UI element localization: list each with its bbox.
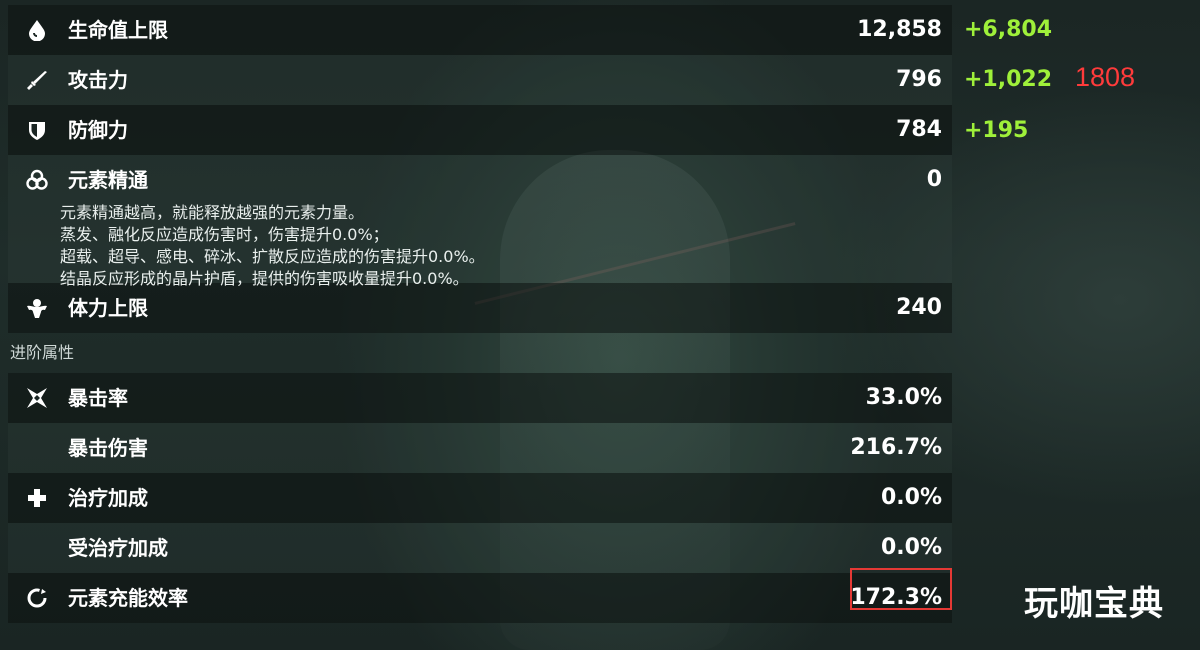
energy-recharge-highlight-box xyxy=(850,568,952,610)
stat-value: 796 xyxy=(896,67,942,92)
stat-value: 0 xyxy=(926,167,942,192)
stat-row-crit-dmg: 暴击伤害 216.7% xyxy=(8,423,952,473)
watermark-text: 玩咖宝典 xyxy=(1024,584,1164,624)
advanced-attributes-header: 进阶属性 xyxy=(8,333,952,373)
elemental-mastery-icon xyxy=(26,169,48,191)
elemental-mastery-description: 元素精通越高，就能释放越强的元素力量。 蒸发、融化反应造成伤害时，伤害提升0.0… xyxy=(60,202,485,290)
sword-icon xyxy=(26,69,48,91)
total-atk-annotation: 1808 xyxy=(1075,62,1136,92)
stat-label: 受治疗加成 xyxy=(68,536,168,560)
stat-label: 暴击伤害 xyxy=(68,436,148,460)
hp-drop-icon xyxy=(26,19,48,41)
stat-value: 784 xyxy=(896,117,942,142)
stat-row-hp: 生命值上限 12,858 xyxy=(8,5,952,55)
healing-cross-icon xyxy=(26,487,48,509)
attribute-panel: 生命值上限 12,858 攻击力 796 防御力 784 元素精通 0 体力上限… xyxy=(8,5,952,623)
stat-row-incoming-healing: 受治疗加成 0.0% xyxy=(8,523,952,573)
stat-value: 0.0% xyxy=(880,535,942,560)
stat-value: 12,858 xyxy=(857,17,942,42)
shield-icon xyxy=(26,119,48,141)
stamina-icon xyxy=(26,297,48,319)
energy-recharge-icon xyxy=(26,587,48,609)
stat-label: 生命值上限 xyxy=(68,18,168,42)
stat-label: 暴击率 xyxy=(68,386,128,410)
stat-label: 元素充能效率 xyxy=(68,586,188,610)
stat-row-crit-rate: 暴击率 33.0% xyxy=(8,373,952,423)
description-line: 元素精通越高，就能释放越强的元素力量。 xyxy=(60,203,365,222)
hp-bonus-value: +6,804 xyxy=(964,17,1053,42)
stat-row-def: 防御力 784 xyxy=(8,105,952,155)
description-line: 蒸发、融化反应造成伤害时，伤害提升0.0%； xyxy=(60,225,389,244)
stat-row-healing-bonus: 治疗加成 0.0% xyxy=(8,473,952,523)
description-line: 超载、超导、感电、碎冰、扩散反应造成的伤害提升0.0%。 xyxy=(60,247,485,266)
stat-label: 元素精通 xyxy=(68,168,148,192)
crit-rate-icon xyxy=(26,387,48,409)
stat-label: 攻击力 xyxy=(68,68,128,92)
stat-label: 治疗加成 xyxy=(68,486,148,510)
stat-row-energy-recharge: 元素充能效率 172.3% xyxy=(8,568,952,623)
stat-value: 33.0% xyxy=(865,385,942,410)
section-title: 进阶属性 xyxy=(10,343,75,362)
stat-row-atk: 攻击力 796 xyxy=(8,55,952,105)
stat-row-stamina: 体力上限 240 xyxy=(8,283,952,333)
description-line: 结晶反应形成的晶片护盾，提供的伤害吸收量提升0.0%。 xyxy=(60,269,469,288)
atk-bonus-value: +1,022 xyxy=(964,67,1053,92)
stat-value: 0.0% xyxy=(880,485,942,510)
stat-label: 体力上限 xyxy=(68,296,148,320)
def-bonus-value: +195 xyxy=(964,118,1029,143)
stat-value: 216.7% xyxy=(850,435,942,460)
stat-label: 防御力 xyxy=(68,118,128,142)
stat-value: 240 xyxy=(896,295,942,320)
